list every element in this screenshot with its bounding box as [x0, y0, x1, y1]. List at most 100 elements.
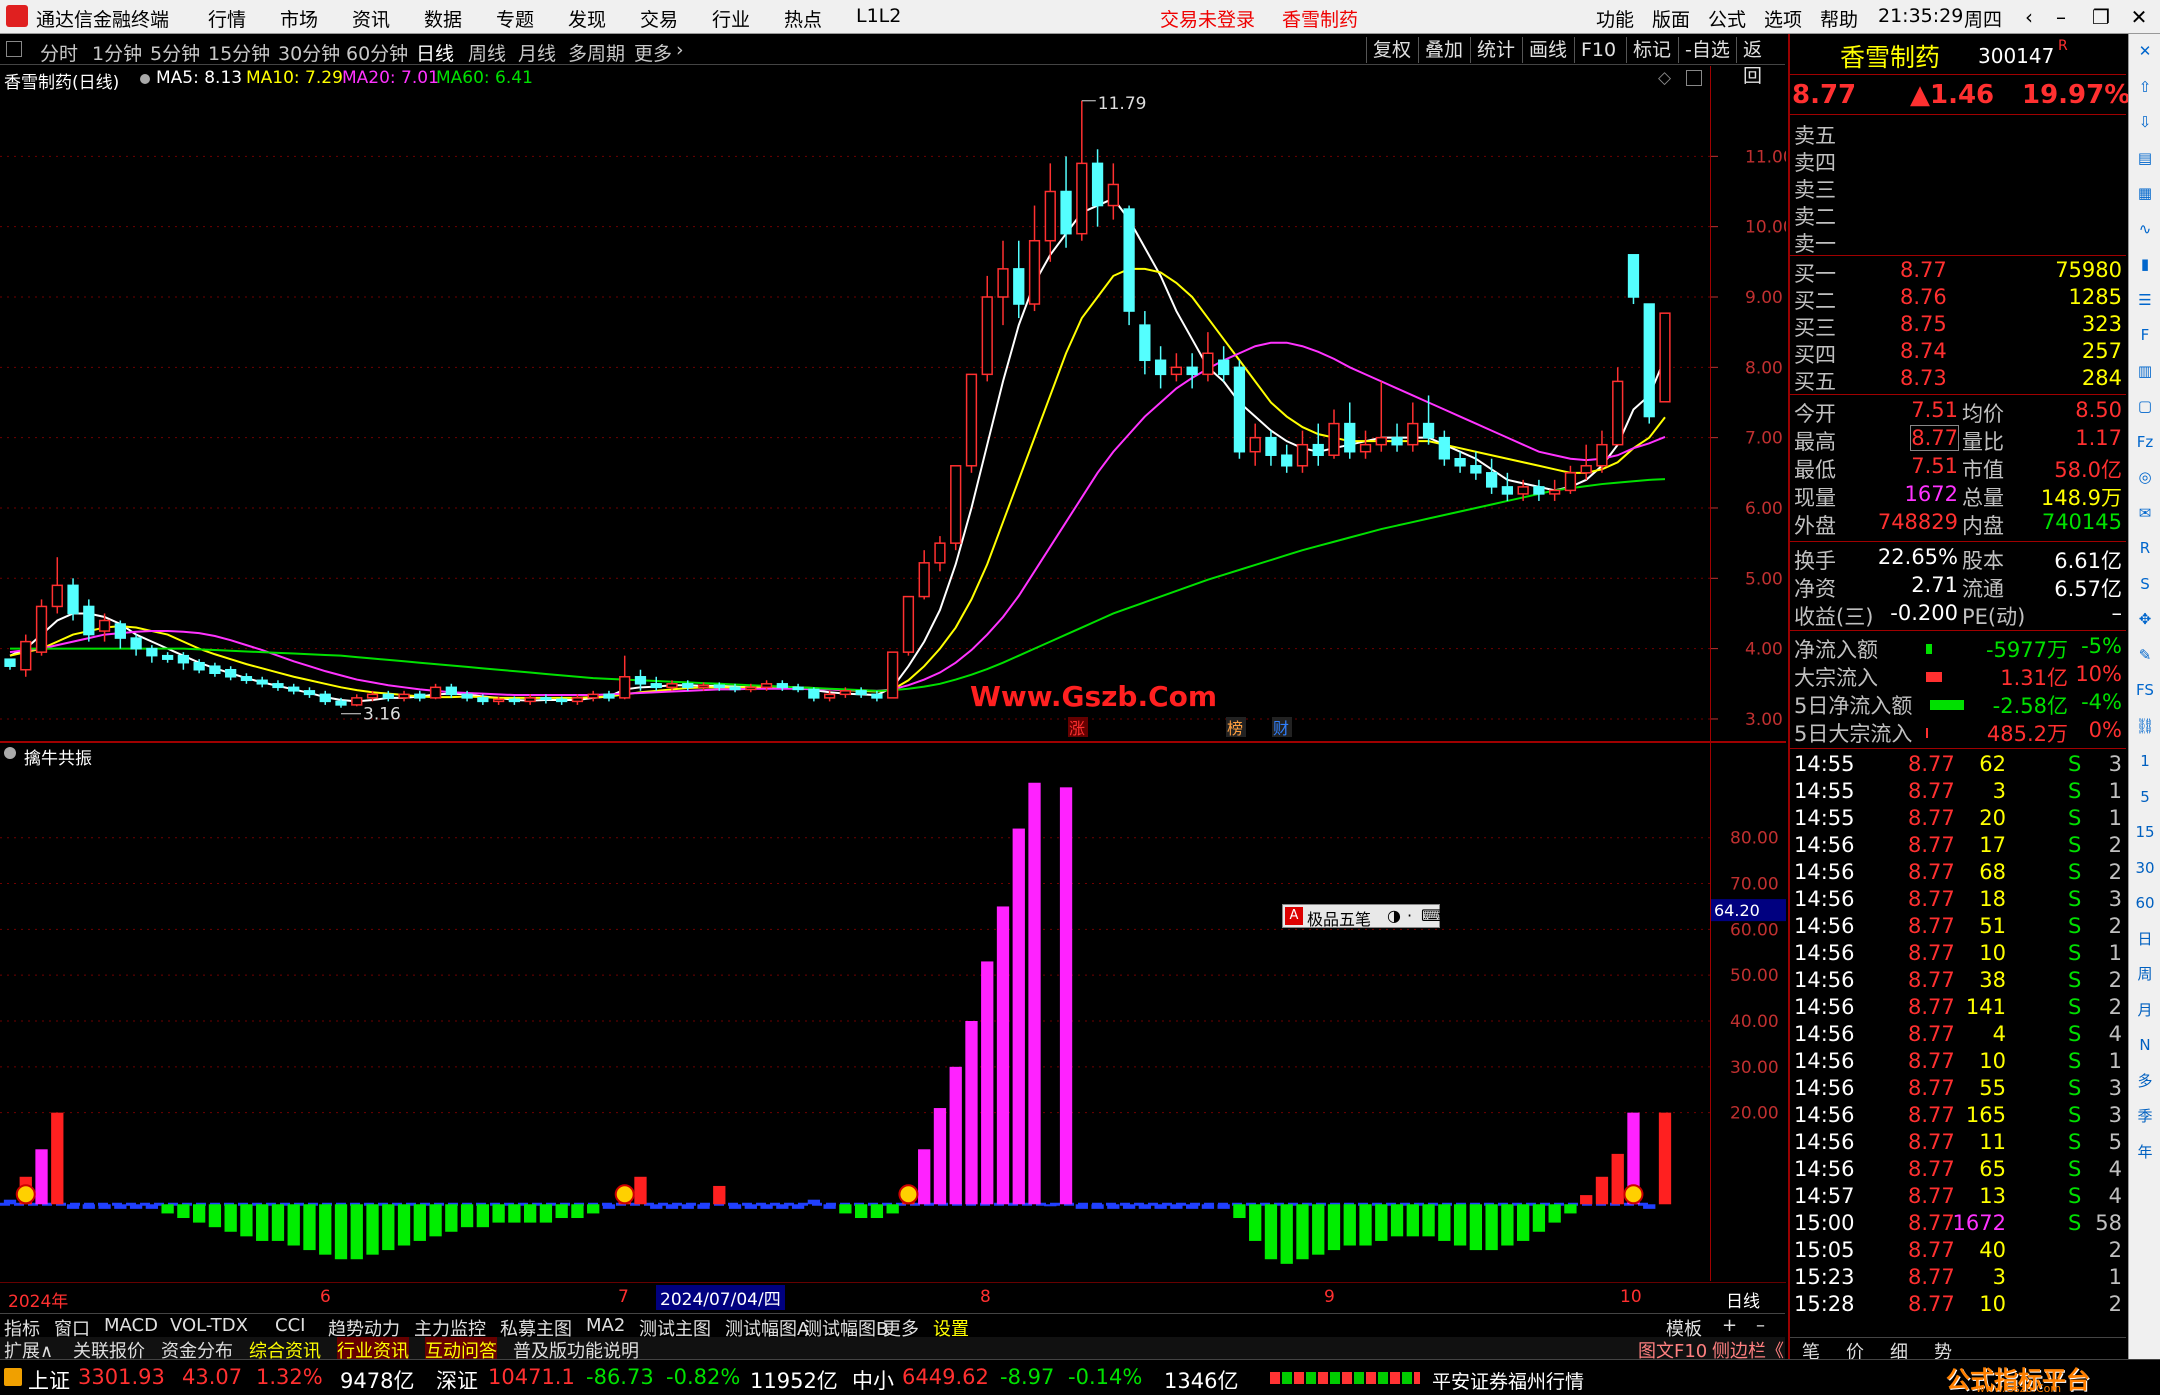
down-icon[interactable]: ⇩ — [2134, 111, 2156, 133]
indicator-bar[interactable] — [1012, 828, 1025, 1205]
s-icon[interactable]: S — [2134, 573, 2156, 595]
period-tab[interactable]: 5分钟 — [150, 39, 200, 66]
candle[interactable] — [288, 683, 300, 695]
indicator-bar[interactable] — [1296, 1204, 1309, 1260]
candle[interactable] — [1312, 423, 1324, 466]
candle[interactable] — [1218, 346, 1230, 382]
indicator-tab[interactable]: MA2 — [586, 1315, 625, 1336]
period-shortcut[interactable]: 周 — [2134, 963, 2156, 985]
period-shortcut[interactable]: 多 — [2134, 1070, 2156, 1092]
chevron-right-icon[interactable]: › — [676, 39, 684, 61]
candle[interactable] — [855, 687, 867, 698]
candle[interactable] — [398, 690, 410, 702]
indicator-bar[interactable] — [1107, 1204, 1120, 1209]
candle[interactable] — [1281, 444, 1293, 473]
f10-button[interactable]: F10 — [1574, 37, 1622, 63]
indicator-bar[interactable] — [1611, 1153, 1624, 1205]
candle[interactable] — [1091, 149, 1104, 227]
candle[interactable] — [1154, 346, 1167, 389]
period-tab[interactable]: 分时 — [40, 39, 78, 66]
candle[interactable] — [934, 536, 946, 572]
candle[interactable] — [272, 680, 284, 691]
candle[interactable] — [445, 683, 457, 698]
menu-discover[interactable]: 发现 — [568, 5, 606, 32]
indicator-bar[interactable] — [413, 1204, 426, 1241]
indicator-bar[interactable] — [823, 1204, 836, 1209]
candle[interactable] — [1659, 312, 1671, 403]
period-shortcut[interactable]: 5 — [2134, 786, 2156, 808]
fz-icon[interactable]: Fz — [2134, 431, 2156, 453]
panel-toggle-icon[interactable] — [6, 41, 22, 57]
candle[interactable] — [1202, 332, 1214, 382]
indicator-bar[interactable] — [744, 1204, 757, 1209]
candle[interactable] — [1485, 458, 1498, 494]
indicator-bar[interactable] — [681, 1204, 694, 1209]
indicator-bar[interactable] — [1516, 1204, 1530, 1241]
indicator-bar[interactable] — [1390, 1204, 1404, 1237]
period-shortcut[interactable]: 季 — [2134, 1105, 2156, 1127]
menu-l1l2[interactable]: L1L2 — [856, 5, 901, 27]
indicator-bar[interactable] — [350, 1204, 363, 1260]
candle[interactable] — [603, 690, 615, 702]
period-tab[interactable]: 15分钟 — [208, 39, 270, 66]
ime-dot-icon[interactable]: · — [1407, 906, 1412, 925]
candle[interactable] — [1470, 451, 1482, 480]
candle[interactable] — [650, 676, 662, 691]
event-marker[interactable]: 榜 — [1227, 719, 1243, 738]
indicator-bar[interactable] — [287, 1204, 300, 1246]
indicator-bar[interactable] — [1422, 1204, 1435, 1237]
indicator-bar[interactable] — [1122, 1204, 1136, 1209]
candle[interactable] — [1344, 402, 1356, 459]
indicator-bar[interactable] — [650, 1204, 663, 1209]
indicator-bar[interactable] — [1154, 1204, 1167, 1209]
menu-help[interactable]: 帮助 — [1820, 5, 1858, 32]
period-shortcut[interactable]: 60 — [2134, 892, 2156, 914]
candle[interactable] — [83, 599, 95, 642]
indicator-bar[interactable] — [1091, 1204, 1104, 1209]
ime-name[interactable]: 极品五笔 — [1307, 906, 1371, 930]
candle[interactable] — [429, 683, 442, 700]
indicator-bar[interactable] — [697, 1204, 710, 1209]
candle[interactable] — [1123, 205, 1135, 326]
menu-function[interactable]: 功能 — [1596, 5, 1634, 32]
candle[interactable] — [902, 595, 915, 656]
watchlist-button[interactable]: -自选 — [1678, 37, 1736, 63]
candle[interactable] — [1359, 430, 1372, 459]
candle[interactable] — [1328, 409, 1340, 459]
indicator-bar[interactable] — [1201, 1204, 1215, 1209]
ime-moon-icon[interactable]: ◑ — [1387, 906, 1401, 925]
candle[interactable] — [114, 620, 126, 649]
indicator-bar[interactable] — [965, 1021, 978, 1205]
menu-trade[interactable]: 交易 — [640, 5, 678, 32]
period-shortcut[interactable]: 日 — [2134, 928, 2156, 950]
market-icon[interactable] — [4, 1368, 22, 1386]
circle-icon[interactable]: ◎ — [2134, 466, 2156, 488]
indicator-bar[interactable] — [523, 1204, 537, 1223]
candle[interactable] — [950, 465, 962, 551]
candle[interactable] — [1044, 163, 1056, 262]
candle[interactable] — [619, 655, 631, 700]
indicator-bar[interactable] — [429, 1204, 442, 1237]
indicator-bar[interactable] — [1343, 1204, 1356, 1246]
news-icon[interactable]: ▥ — [2134, 360, 2156, 382]
period-tab-active[interactable]: 日线 — [416, 39, 454, 66]
period-shortcut[interactable]: 1 — [2134, 750, 2156, 772]
indicator-bar[interactable] — [334, 1204, 348, 1260]
indicator-bar[interactable] — [1532, 1204, 1546, 1232]
indicator-bar[interactable] — [1170, 1204, 1183, 1209]
restore-rights-button[interactable]: 复权 — [1366, 37, 1417, 63]
candle[interactable] — [808, 687, 820, 702]
candle[interactable] — [1643, 303, 1655, 424]
back-icon[interactable]: ‹ — [2014, 3, 2044, 31]
overlay-button[interactable]: 叠加 — [1418, 37, 1469, 63]
indicator-bar[interactable] — [1028, 782, 1041, 1205]
indicator-bar[interactable] — [240, 1204, 253, 1237]
indicator-bar[interactable] — [1469, 1204, 1483, 1251]
buy-signal-icon[interactable] — [1623, 1184, 1644, 1205]
indicator-bar[interactable] — [728, 1204, 742, 1209]
indicator-bar[interactable] — [634, 1176, 647, 1205]
trade-login-status[interactable]: 交易未登录 — [1160, 5, 1255, 32]
indicator-bar[interactable] — [1312, 1204, 1325, 1255]
candle[interactable] — [1060, 156, 1072, 248]
indicator-bar[interactable] — [3, 1199, 17, 1205]
